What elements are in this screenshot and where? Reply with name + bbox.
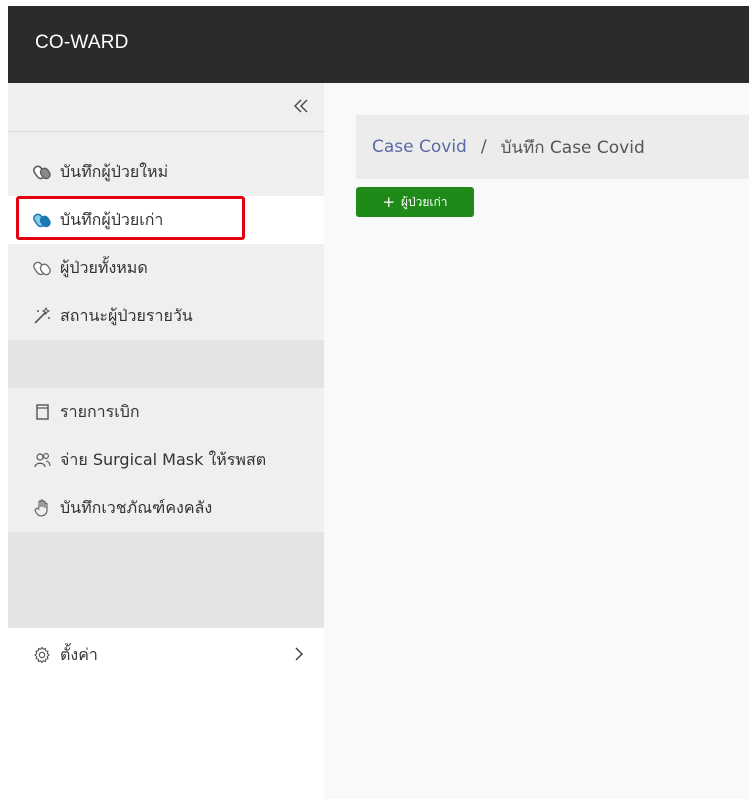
sidebar-item-daily-status[interactable]: สถานะผู้ป่วยรายวัน [8, 292, 324, 340]
sidebar-item-label: สถานะผู้ป่วยรายวัน [60, 305, 193, 325]
sidebar-item-requisition-list[interactable]: รายการเบิก [8, 388, 324, 436]
add-old-patient-button-label: ผู้ป่วยเก่า [401, 194, 448, 209]
sidebar-item-settings[interactable]: ตั้งค่า [8, 631, 324, 679]
sidebar-item-old-patient[interactable]: บันทึกผู้ป่วยเก่า [8, 196, 324, 244]
sidebar-item-label: บันทึกผู้ป่วยเก่า [60, 209, 164, 229]
add-old-patient-button[interactable]: + ผู้ป่วยเก่า [356, 187, 474, 217]
sidebar-item-all-patients[interactable]: ผู้ป่วยทั้งหมด [8, 244, 324, 292]
document-icon [33, 403, 51, 421]
sidebar-item-label: ผู้ป่วยทั้งหมด [60, 257, 148, 277]
sidebar-collapse-bar [8, 83, 324, 132]
chevron-right-icon [295, 647, 304, 661]
sidebar-spacer [8, 340, 324, 388]
magic-wand-icon [33, 307, 51, 325]
hand-icon [33, 499, 51, 517]
sidebar-item-label: บันทึกผู้ป่วยใหม่ [60, 161, 169, 181]
sidebar-item-label: จ่าย Surgical Mask ให้รพสต [60, 449, 267, 469]
sidebar: บันทึกผู้ป่วยใหม่ บันทึกผู้ป่วยเก่า ผู้ป… [8, 83, 324, 799]
breadcrumb-root-link[interactable]: Case Covid [372, 137, 467, 157]
pills-icon [33, 163, 51, 181]
plus-icon: + [382, 192, 396, 211]
sidebar-item-new-patient[interactable]: บันทึกผู้ป่วยใหม่ [8, 148, 324, 196]
gear-icon [33, 646, 51, 664]
breadcrumb-separator: / [480, 137, 487, 157]
double-chevron-left-icon[interactable] [292, 97, 310, 115]
top-header: CO-WARD [8, 6, 749, 83]
pills-icon [33, 259, 51, 277]
people-icon [33, 451, 51, 469]
pills-icon [33, 211, 51, 229]
main-content: Case Covid / บันทึก Case Covid + ผู้ป่วย… [324, 83, 749, 799]
sidebar-item-medical-inventory[interactable]: บันทึกเวชภัณฑ์คงคลัง [8, 484, 324, 532]
sidebar-item-label: บันทึกเวชภัณฑ์คงคลัง [60, 497, 213, 517]
sidebar-item-surgical-mask[interactable]: จ่าย Surgical Mask ให้รพสต [8, 436, 324, 484]
breadcrumb: Case Covid / บันทึก Case Covid [356, 115, 749, 179]
app-title: CO-WARD [35, 32, 129, 53]
sidebar-item-label: รายการเบิก [60, 401, 140, 421]
sidebar-item-label: ตั้งค่า [60, 644, 98, 664]
sidebar-spacer [8, 532, 324, 628]
breadcrumb-current: บันทึก Case Covid [500, 137, 645, 158]
